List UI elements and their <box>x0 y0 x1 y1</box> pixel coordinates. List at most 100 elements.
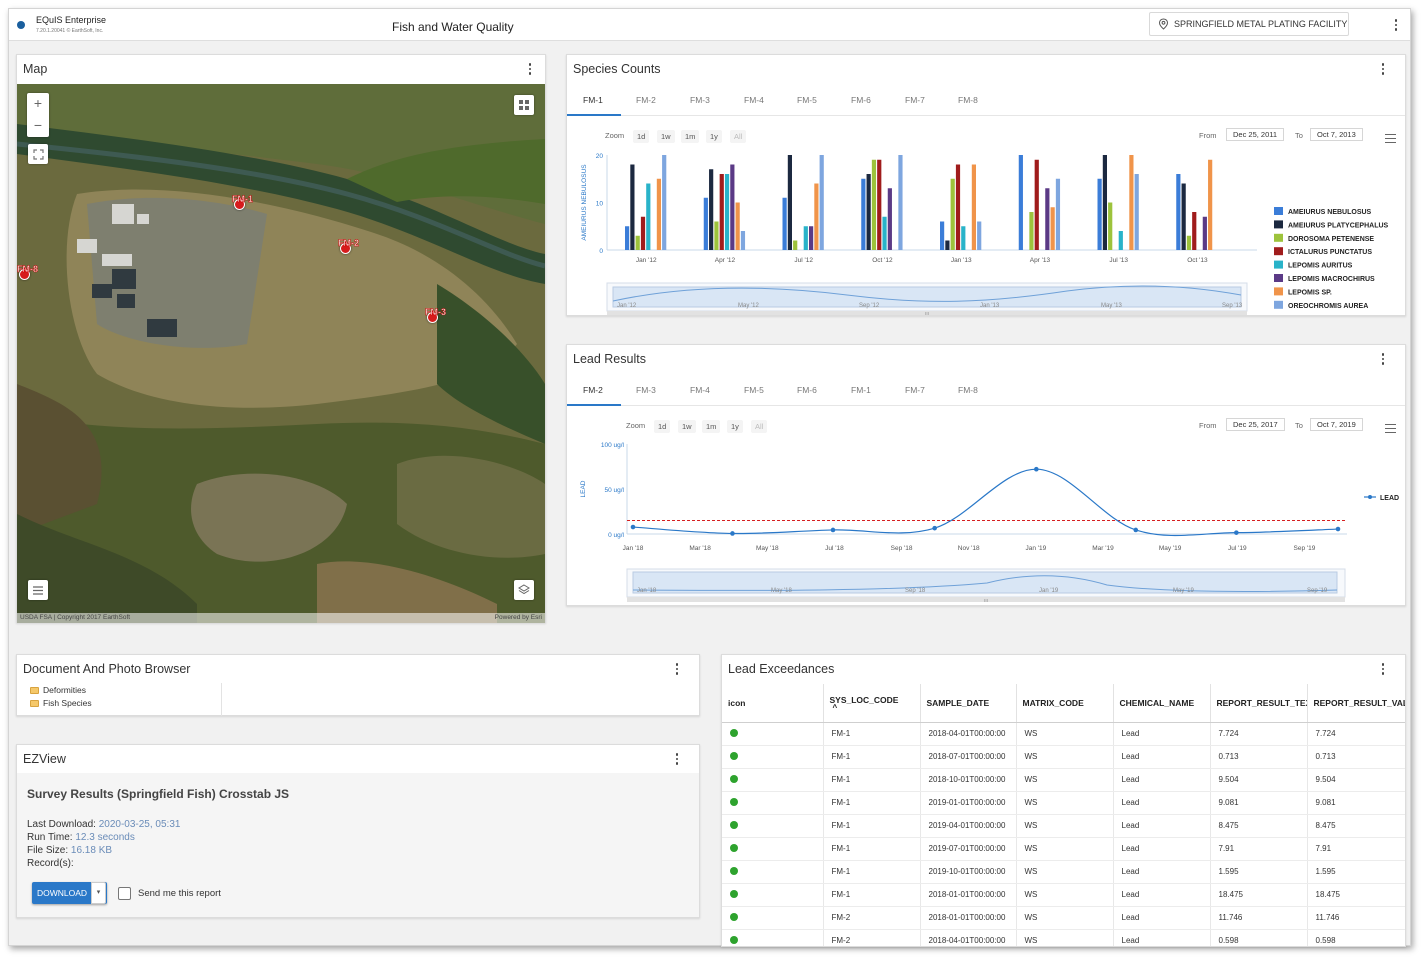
map-legend-button[interactable] <box>28 580 48 600</box>
navigator-scroll-grip: III <box>984 598 988 603</box>
to-date-input[interactable]: Oct 7, 2019 <box>1310 418 1363 431</box>
docs-menu-icon[interactable] <box>672 661 682 677</box>
zoom-1y-button[interactable]: 1y <box>706 130 722 143</box>
zoom-in-button[interactable]: + <box>27 93 49 115</box>
layers-button[interactable] <box>514 580 534 600</box>
tab-fm-7[interactable]: FM-7 <box>905 385 925 395</box>
map-marker-fm-2[interactable]: FM-2 <box>338 238 359 254</box>
caret-down-icon[interactable]: ▾ <box>91 882 106 904</box>
map-menu-icon[interactable] <box>525 61 535 77</box>
send-report-checkbox[interactable] <box>118 887 131 900</box>
tab-fm-7[interactable]: FM-7 <box>905 95 925 105</box>
ezview-menu-icon[interactable] <box>672 751 682 767</box>
table-cell: 9.504 <box>1307 768 1405 792</box>
column-header[interactable]: REPORT_RESULT_TEXT <box>1210 684 1308 723</box>
download-button[interactable]: DOWNLOAD ▾ <box>32 882 107 904</box>
tab-fm-3[interactable]: FM-3 <box>690 95 710 105</box>
status-dot-icon <box>730 843 738 852</box>
tab-fm-8[interactable]: FM-8 <box>958 95 978 105</box>
tab-fm-1[interactable]: FM-1 <box>583 95 603 105</box>
tab-fm-5[interactable]: FM-5 <box>744 385 764 395</box>
tab-fm-2[interactable]: FM-2 <box>583 385 603 395</box>
table-row[interactable]: FM-1 2019-10-01T00:00:00 WS Lead 1.595 1.595 <box>722 860 1405 884</box>
table-cell: 1.595 <box>1307 860 1405 884</box>
tab-fm-3[interactable]: FM-3 <box>636 385 656 395</box>
table-cell: 2018-04-01T00:00:00 <box>920 722 1017 746</box>
column-header-sorted[interactable]: SYS_LOC_CODE ^ <box>823 684 921 723</box>
table-row[interactable]: FM-1 2019-04-01T00:00:00 WS Lead 8.475 8.475 <box>722 814 1405 838</box>
table-row[interactable]: FM-1 2018-04-01T00:00:00 WS Lead 7.724 7.724 <box>722 722 1405 746</box>
fullscreen-button[interactable] <box>28 144 48 164</box>
tab-fm-2[interactable]: FM-2 <box>636 95 656 105</box>
bar <box>1129 155 1134 250</box>
lead-menu-icon[interactable] <box>1378 351 1388 367</box>
table-cell: FM-1 <box>823 791 921 815</box>
satellite-map[interactable]: + − FM-1 FM-2 FM-3 FM-8 USDA FSA | Copyr… <box>17 84 545 623</box>
column-header[interactable]: icon <box>722 684 824 723</box>
chart-export-menu-icon[interactable] <box>1385 134 1396 143</box>
bar <box>1045 188 1050 250</box>
status-cell <box>722 883 824 907</box>
from-date-input[interactable]: Dec 25, 2017 <box>1226 418 1285 431</box>
table-row[interactable]: FM-1 2018-07-01T00:00:00 WS Lead 0.713 0.713 <box>722 745 1405 769</box>
zoom-1w-button[interactable]: 1w <box>678 420 696 433</box>
bar <box>961 226 966 250</box>
table-cell: WS <box>1016 860 1114 884</box>
data-point <box>830 527 836 533</box>
zoom-all-button[interactable]: All <box>730 130 747 143</box>
tab-fm-6[interactable]: FM-6 <box>851 95 871 105</box>
exceed-menu-icon[interactable] <box>1378 661 1388 677</box>
folder-deformities[interactable]: Deformities <box>30 685 86 695</box>
table-row[interactable]: FM-1 2018-01-01T00:00:00 WS Lead 18.475 18.47… <box>722 883 1405 907</box>
header-menu-icon[interactable] <box>1391 17 1401 33</box>
zoom-1m-button[interactable]: 1m <box>681 130 700 143</box>
map-marker-fm-1[interactable]: FM-1 <box>232 194 253 210</box>
zoom-1y-button[interactable]: 1y <box>727 420 743 433</box>
column-header[interactable]: MATRIX_CODE <box>1016 684 1114 723</box>
status-cell <box>722 814 824 838</box>
folder-fish-species[interactable]: Fish Species <box>30 698 92 708</box>
species-menu-icon[interactable] <box>1378 61 1388 77</box>
bar <box>1192 212 1197 250</box>
table-row[interactable]: FM-1 2019-01-01T00:00:00 WS Lead 9.081 9.081 <box>722 791 1405 815</box>
zoom-all-button[interactable]: All <box>751 420 768 433</box>
table-row[interactable]: FM-2 2018-04-01T00:00:00 WS Lead 0.598 0.598 <box>722 929 1405 946</box>
table-row[interactable]: FM-1 2018-10-01T00:00:00 WS Lead 9.504 9.504 <box>722 768 1405 792</box>
table-row[interactable]: FM-1 2019-07-01T00:00:00 WS Lead 7.91 7.91 <box>722 837 1405 861</box>
table-cell: 18.475 <box>1210 883 1308 907</box>
basemap-gallery-button[interactable] <box>514 95 534 115</box>
table-cell: 8.475 <box>1210 814 1308 838</box>
navigator-scroll-grip: III <box>925 311 929 315</box>
tab-fm-6[interactable]: FM-6 <box>797 385 817 395</box>
from-date-input[interactable]: Dec 25, 2011 <box>1226 128 1285 141</box>
legend-swatch <box>1274 233 1283 242</box>
column-header[interactable]: CHEMICAL_NAME <box>1113 684 1211 723</box>
status-cell <box>722 768 824 792</box>
table-cell: 7.724 <box>1307 722 1405 746</box>
tab-fm-4[interactable]: FM-4 <box>744 95 764 105</box>
zoom-1m-button[interactable]: 1m <box>702 420 721 433</box>
table-cell: FM-2 <box>823 929 921 946</box>
map-marker-fm-3[interactable]: FM-3 <box>425 307 446 323</box>
tab-fm-1[interactable]: FM-1 <box>851 385 871 395</box>
data-point <box>1234 530 1239 535</box>
column-header[interactable]: SAMPLE_DATE <box>920 684 1017 723</box>
map-marker-fm-8[interactable]: FM-8 <box>17 264 38 280</box>
tab-fm-4[interactable]: FM-4 <box>690 385 710 395</box>
to-date-input[interactable]: Oct 7, 2013 <box>1310 128 1363 141</box>
table-row[interactable]: FM-2 2018-01-01T00:00:00 WS Lead 11.746 11.74… <box>722 906 1405 930</box>
zoom-1w-button[interactable]: 1w <box>657 130 675 143</box>
table-cell: 11.746 <box>1210 906 1308 930</box>
tab-fm-8[interactable]: FM-8 <box>958 385 978 395</box>
x-tick-label: Jul '12 <box>794 257 813 264</box>
tab-fm-5[interactable]: FM-5 <box>797 95 817 105</box>
chart-export-menu-icon[interactable] <box>1385 424 1396 433</box>
legend-label: AMEIURUS PLATYCEPHALUS <box>1288 222 1389 229</box>
table-cell: WS <box>1016 883 1114 907</box>
zoom-1d-button[interactable]: 1d <box>633 130 650 143</box>
ezview-panel: EZView Survey Results (Springfield Fish)… <box>16 744 700 918</box>
column-header[interactable]: REPORT_RESULT_VALUE <box>1307 684 1405 723</box>
zoom-1d-button[interactable]: 1d <box>654 420 671 433</box>
zoom-out-button[interactable]: − <box>27 115 49 137</box>
facility-selector-button[interactable]: SPRINGFIELD METAL PLATING FACILITY <box>1149 12 1349 36</box>
